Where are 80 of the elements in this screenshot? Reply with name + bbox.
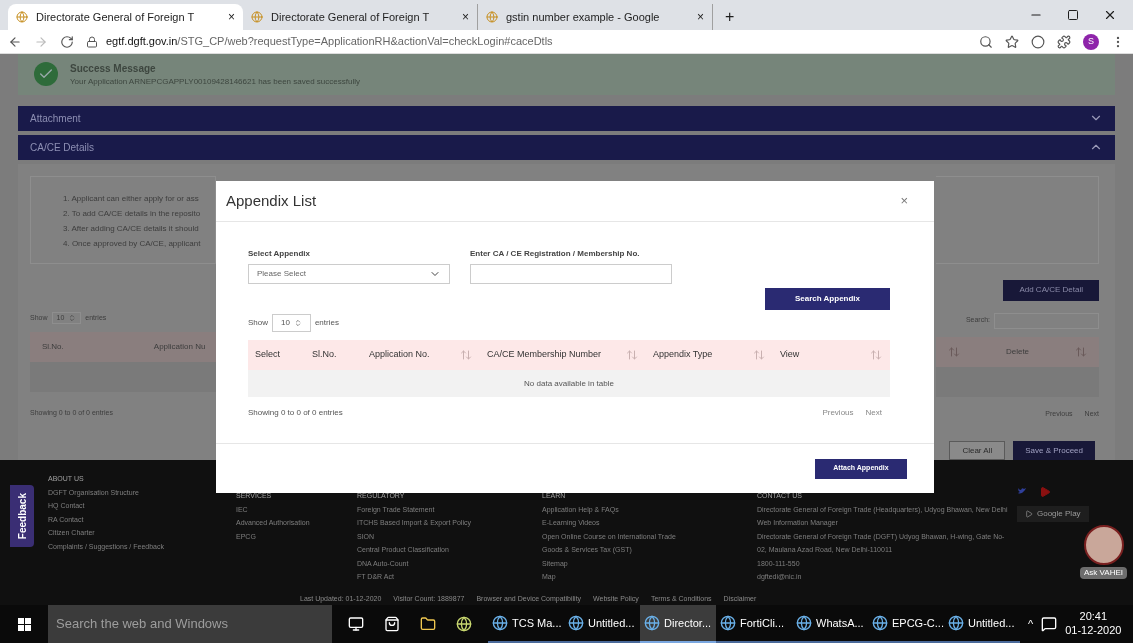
chatbot-label[interactable]: Ask VAHEI [1080, 567, 1127, 579]
modal-title: Appendix List [226, 190, 317, 211]
favicon-icon [16, 11, 28, 23]
tab-close-button[interactable]: × [228, 8, 235, 26]
showing-text: Showing 0 to 0 of 0 entries [248, 407, 343, 419]
clock-time[interactable]: 20:41 [1079, 610, 1108, 624]
tab-close-button[interactable]: × [462, 8, 469, 26]
column-header[interactable]: CA/CE Membership Number [487, 348, 602, 362]
back-icon[interactable] [8, 34, 22, 49]
updown-icon [293, 319, 302, 327]
column-header[interactable]: Select [255, 348, 280, 362]
select-label: Select Appendix [248, 248, 311, 260]
reload-icon[interactable] [60, 34, 74, 49]
puzzle-icon[interactable] [1057, 34, 1071, 49]
taskbar-app[interactable]: EPCG-C... [868, 605, 944, 643]
column-header[interactable]: Sl.No. [42, 341, 64, 353]
check-icon [34, 62, 58, 87]
notification-icon[interactable] [1041, 616, 1058, 632]
taskbar-app[interactable]: Director... [640, 605, 716, 643]
avatar[interactable] [1083, 525, 1124, 565]
extension-icon[interactable] [1031, 34, 1045, 49]
store-icon[interactable] [384, 616, 400, 632]
updown-icon [68, 313, 77, 322]
close-button[interactable]: × [900, 191, 924, 211]
tab-title: Directorate General of Foreign T [271, 9, 431, 25]
column-header[interactable]: Sl.No. [312, 348, 337, 362]
entries-select[interactable]: 10 [272, 314, 311, 332]
taskbar-app[interactable]: Untitled... [944, 605, 1020, 643]
show-label: Show [248, 317, 268, 329]
search-appendix-button[interactable]: Search Appendix [765, 288, 890, 310]
save-proceed-button[interactable]: Save & Proceed [1013, 441, 1095, 460]
accordion-header[interactable]: Attachment [18, 106, 1115, 131]
column-header[interactable]: Application Nu [153, 341, 206, 353]
app-icon [568, 615, 584, 631]
tab-title: Directorate General of Foreign T [36, 9, 196, 25]
next-link[interactable]: Next [865, 407, 882, 419]
column-header[interactable]: View [780, 348, 800, 362]
add-detail-button[interactable]: Add CA/CE Detail [1003, 279, 1099, 301]
search-icon[interactable] [979, 34, 993, 49]
address-bar[interactable]: egtf.dgft.gov.in/STG_CP/web?requestType=ApplicationRH&actionVal=checkLogin#caceDtls [86, 33, 967, 50]
app-icon [644, 615, 660, 631]
entries-label: entries [314, 317, 339, 329]
column-header[interactable]: Application No. [369, 348, 430, 362]
folder-icon[interactable] [420, 616, 436, 632]
taskbar-app[interactable]: TCS Ma... [488, 605, 564, 643]
task-view-icon[interactable] [348, 616, 364, 632]
browser-tab[interactable]: Directorate General of Foreign T × [8, 4, 243, 30]
tray-caret[interactable]: ^ [1020, 615, 1042, 633]
profile-avatar[interactable]: S [1083, 33, 1099, 50]
app-icon [796, 615, 812, 631]
column-header[interactable]: Delete [1005, 345, 1030, 358]
search-field[interactable]: Search the web and Windows [48, 605, 332, 643]
maximize-icon[interactable] [1067, 9, 1079, 21]
clear-all-button[interactable]: Clear All [949, 441, 1006, 460]
appendix-select[interactable]: Please Select [248, 264, 450, 284]
store-badge[interactable]: Google Play [1017, 506, 1089, 522]
lock-icon [86, 35, 98, 48]
feedback-tab[interactable]: Feedback [10, 485, 34, 547]
new-tab-button[interactable]: + [713, 4, 747, 30]
table-cell: No data available in table [248, 370, 890, 397]
app-icon [872, 615, 888, 631]
app-icon [948, 615, 964, 631]
favicon-icon [251, 11, 263, 23]
tab-title: gstin number example - Google [506, 9, 661, 25]
membership-input[interactable] [470, 264, 672, 284]
app-icon [492, 615, 508, 631]
input-label: Enter CA / CE Registration / Membership No. [470, 248, 641, 260]
app-icon [720, 615, 736, 631]
previous-link[interactable]: Previous [822, 407, 854, 419]
column-header[interactable]: Appendix Type [653, 348, 713, 362]
tab-close-button[interactable]: × [697, 8, 704, 26]
clock-date[interactable]: 01-12-2020 [1065, 624, 1122, 638]
success-title: Success Message [70, 61, 157, 76]
close-icon[interactable] [1103, 8, 1117, 22]
accordion-header[interactable]: CA/CE Details [18, 134, 1115, 160]
play-icon [1025, 510, 1033, 518]
favicon-icon [486, 11, 498, 23]
star-icon[interactable] [1005, 34, 1019, 49]
taskbar-app[interactable]: FortiCli... [716, 605, 792, 643]
taskbar-app[interactable]: WhatsA... [792, 605, 868, 643]
